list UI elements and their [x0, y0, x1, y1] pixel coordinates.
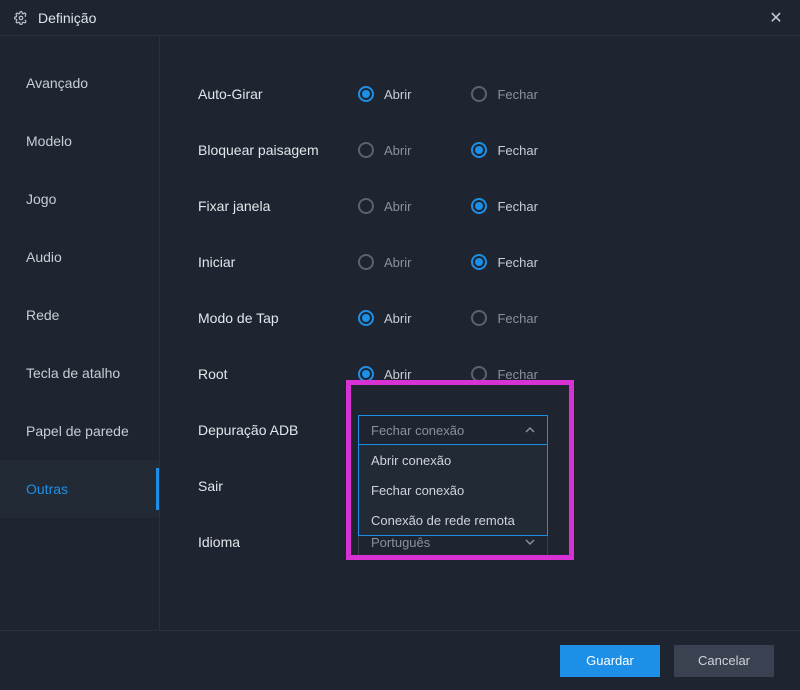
sidebar-item-label: Modelo: [26, 133, 72, 149]
option-label: Conexão de rede remota: [371, 513, 515, 528]
radio-close[interactable]: Fechar: [471, 142, 537, 158]
radio-circle-icon: [471, 366, 487, 382]
radio-group: Abrir Fechar: [358, 366, 538, 382]
radio-label: Fechar: [497, 255, 537, 270]
radio-close[interactable]: Fechar: [471, 254, 537, 270]
row-fixar: Fixar janela Abrir Fechar: [198, 178, 780, 234]
row-label: Fixar janela: [198, 198, 358, 214]
radio-open[interactable]: Abrir: [358, 254, 411, 270]
sidebar-item-modelo[interactable]: Modelo: [0, 112, 159, 170]
button-label: Guardar: [586, 653, 634, 668]
adb-option-abrir[interactable]: Abrir conexão: [359, 445, 547, 475]
radio-label: Abrir: [384, 367, 411, 382]
radio-group: Abrir Fechar: [358, 310, 538, 326]
radio-close[interactable]: Fechar: [471, 86, 537, 102]
cancel-button[interactable]: Cancelar: [674, 645, 774, 677]
close-icon[interactable]: ✕: [766, 8, 786, 28]
radio-circle-icon: [358, 86, 374, 102]
titlebar: Definição ✕: [0, 0, 800, 36]
footer: Guardar Cancelar: [0, 630, 800, 690]
adb-option-fechar[interactable]: Fechar conexão: [359, 475, 547, 505]
chevron-up-icon: [525, 423, 535, 438]
row-adb: Depuração ADB Fechar conexão Abrir conex…: [198, 402, 780, 458]
radio-label: Fechar: [497, 367, 537, 382]
radio-group: Abrir Fechar: [358, 86, 538, 102]
radio-circle-icon: [471, 310, 487, 326]
row-label: Auto-Girar: [198, 86, 358, 102]
dropdown-selected: Português: [371, 535, 430, 550]
radio-group: Abrir Fechar: [358, 142, 538, 158]
radio-close[interactable]: Fechar: [471, 310, 537, 326]
row-root: Root Abrir Fechar: [198, 346, 780, 402]
button-label: Cancelar: [698, 653, 750, 668]
option-label: Abrir conexão: [371, 453, 451, 468]
sidebar-item-tecla[interactable]: Tecla de atalho: [0, 344, 159, 402]
radio-label: Abrir: [384, 255, 411, 270]
content-panel: Auto-Girar Abrir Fechar Bloquear paisage…: [160, 36, 800, 630]
radio-label: Fechar: [497, 87, 537, 102]
row-auto-girar: Auto-Girar Abrir Fechar: [198, 66, 780, 122]
radio-open[interactable]: Abrir: [358, 86, 411, 102]
gear-icon: [14, 11, 28, 25]
sidebar-item-jogo[interactable]: Jogo: [0, 170, 159, 228]
sidebar: Avançado Modelo Jogo Audio Rede Tecla de…: [0, 36, 160, 630]
radio-open[interactable]: Abrir: [358, 366, 411, 382]
adb-option-remota[interactable]: Conexão de rede remota: [359, 505, 547, 535]
row-label: Sair: [198, 478, 358, 494]
radio-group: Abrir Fechar: [358, 254, 538, 270]
radio-open[interactable]: Abrir: [358, 198, 411, 214]
radio-open[interactable]: Abrir: [358, 142, 411, 158]
radio-circle-icon: [358, 366, 374, 382]
adb-dropdown[interactable]: Fechar conexão: [358, 415, 548, 445]
radio-label: Abrir: [384, 143, 411, 158]
radio-label: Abrir: [384, 87, 411, 102]
radio-close[interactable]: Fechar: [471, 198, 537, 214]
radio-circle-icon: [471, 254, 487, 270]
row-iniciar: Iniciar Abrir Fechar: [198, 234, 780, 290]
sidebar-item-audio[interactable]: Audio: [0, 228, 159, 286]
radio-circle-icon: [471, 86, 487, 102]
radio-group: Abrir Fechar: [358, 198, 538, 214]
sidebar-item-label: Jogo: [26, 191, 56, 207]
radio-close[interactable]: Fechar: [471, 366, 537, 382]
sidebar-item-outras[interactable]: Outras: [0, 460, 159, 518]
save-button[interactable]: Guardar: [560, 645, 660, 677]
sidebar-item-label: Audio: [26, 249, 62, 265]
radio-circle-icon: [358, 310, 374, 326]
radio-label: Abrir: [384, 311, 411, 326]
radio-circle-icon: [358, 142, 374, 158]
sidebar-item-label: Avançado: [26, 75, 88, 91]
row-label: Idioma: [198, 534, 358, 550]
sidebar-item-label: Outras: [26, 481, 68, 497]
radio-circle-icon: [471, 142, 487, 158]
option-label: Fechar conexão: [371, 483, 464, 498]
radio-label: Fechar: [497, 311, 537, 326]
sidebar-item-rede[interactable]: Rede: [0, 286, 159, 344]
radio-label: Fechar: [497, 199, 537, 214]
radio-circle-icon: [471, 198, 487, 214]
radio-open[interactable]: Abrir: [358, 310, 411, 326]
radio-circle-icon: [358, 198, 374, 214]
sidebar-item-papel[interactable]: Papel de parede: [0, 402, 159, 460]
sidebar-item-label: Rede: [26, 307, 59, 323]
window-title: Definição: [38, 10, 766, 26]
row-label: Root: [198, 366, 358, 382]
radio-label: Fechar: [497, 143, 537, 158]
dropdown-selected: Fechar conexão: [371, 423, 464, 438]
row-label: Modo de Tap: [198, 310, 358, 326]
sidebar-item-avancado[interactable]: Avançado: [0, 54, 159, 112]
row-label: Depuração ADB: [198, 422, 358, 438]
sidebar-item-label: Tecla de atalho: [26, 365, 120, 381]
radio-circle-icon: [358, 254, 374, 270]
row-modo-tap: Modo de Tap Abrir Fechar: [198, 290, 780, 346]
row-label: Iniciar: [198, 254, 358, 270]
chevron-down-icon: [525, 535, 535, 550]
adb-dropdown-menu: Abrir conexão Fechar conexão Conexão de …: [358, 445, 548, 536]
sidebar-item-label: Papel de parede: [26, 423, 129, 439]
row-bloquear: Bloquear paisagem Abrir Fechar: [198, 122, 780, 178]
row-label: Bloquear paisagem: [198, 142, 358, 158]
radio-label: Abrir: [384, 199, 411, 214]
